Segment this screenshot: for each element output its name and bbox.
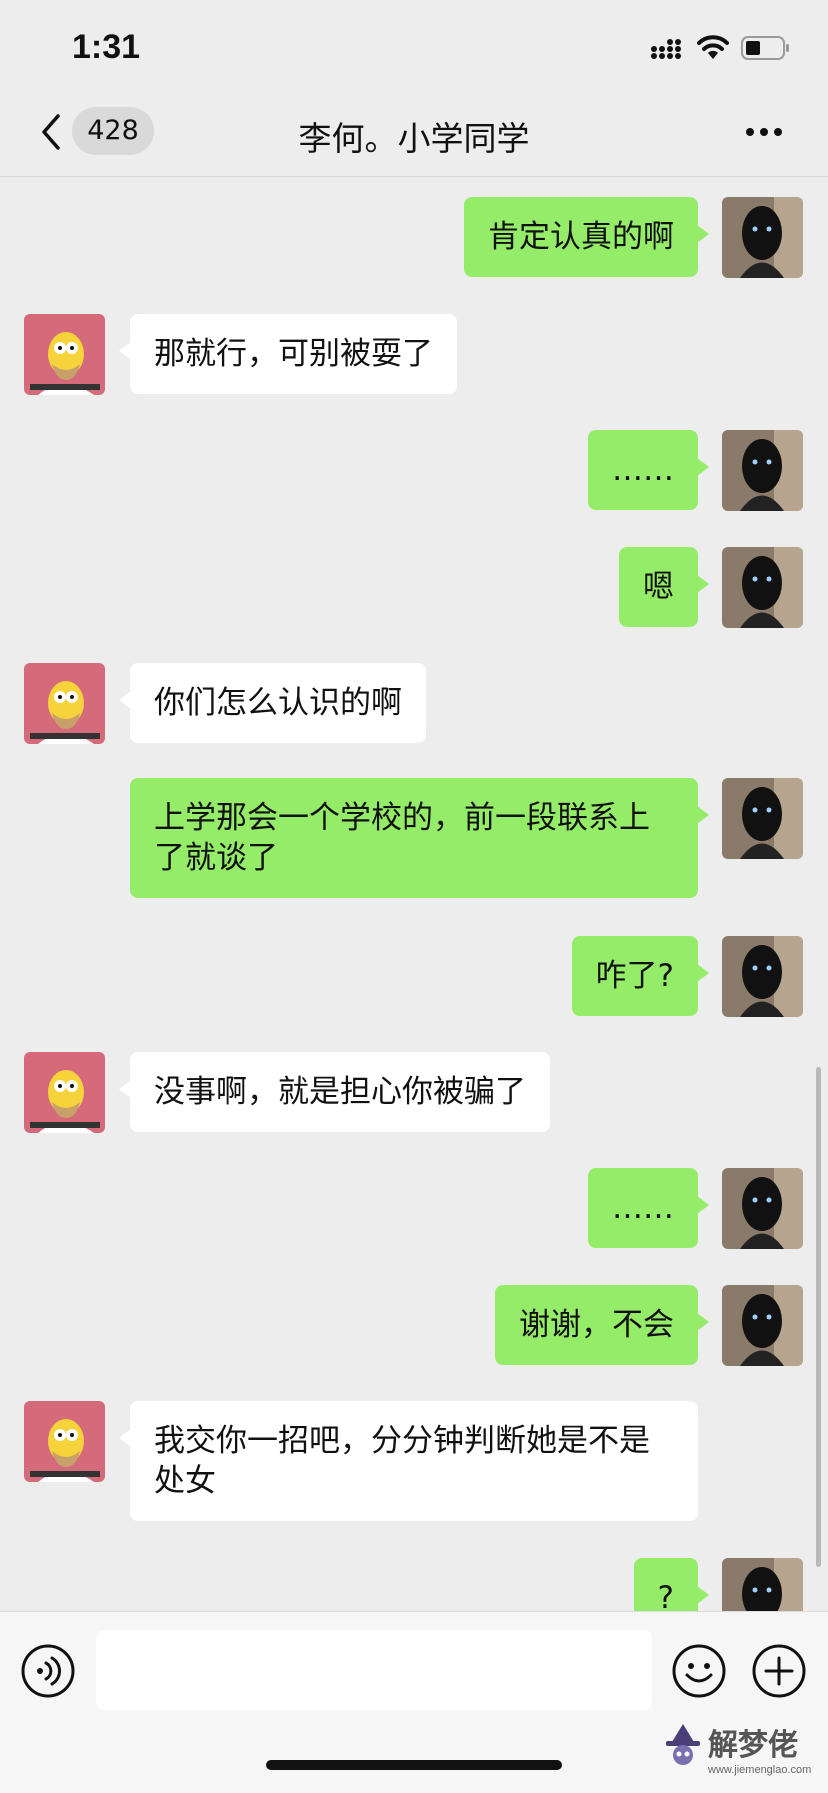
message-bubble[interactable]: …… [588,1168,709,1248]
my-avatar[interactable] [722,1168,803,1249]
contact-avatar[interactable] [24,314,105,395]
message-list[interactable]: 肯定认真的啊 那就行，可别被耍了 …… 嗯 你们怎么认识的啊 上学那会一个学校的… [0,177,828,1611]
contact-avatar[interactable] [24,663,105,744]
message-bubble[interactable]: 肯定认真的啊 [464,197,709,277]
add-icon[interactable] [751,1643,807,1699]
message-bubble[interactable]: ? [633,1558,710,1611]
contact-avatar[interactable] [24,1052,105,1133]
my-avatar[interactable] [722,197,803,278]
watermark-name: 解梦佬 [708,1728,798,1763]
message-bubble[interactable]: 你们怎么认识的啊 [119,663,426,743]
status-bar: 1:31 [0,0,828,100]
chat-header: 428 李何。小学同学 [0,100,828,177]
wifi-icon [697,35,729,59]
contact-avatar[interactable] [24,1401,105,1482]
message-bubble[interactable]: 我交你一招吧，分分钟判断她是不是处女 [119,1401,698,1521]
message-bubble[interactable]: 咋了? [571,936,710,1016]
message-bubble[interactable]: 那就行，可别被耍了 [119,314,457,394]
message-bubble[interactable]: …… [588,430,709,510]
voice-icon[interactable] [20,1643,76,1699]
more-icon[interactable] [745,126,783,138]
scrollbar[interactable] [816,1067,821,1567]
status-time: 1:31 [72,28,141,66]
message-bubble[interactable]: 嗯 [619,547,709,627]
my-avatar[interactable] [722,936,803,1017]
message-bubble[interactable]: 没事啊，就是担心你被骗了 [119,1052,550,1132]
my-avatar[interactable] [722,430,803,511]
message-bubble[interactable]: 上学那会一个学校的，前一段联系上了就谈了 [130,778,709,898]
chat-title: 李何。小学同学 [298,119,530,158]
message-bubble[interactable]: 谢谢，不会 [495,1285,709,1365]
my-avatar[interactable] [722,1558,803,1611]
battery-icon [741,36,789,60]
wizard-hat-logo-icon [666,1724,700,1765]
message-input[interactable] [96,1630,652,1710]
watermark: 解梦佬 www.jiemenglao.com [660,1718,828,1788]
my-avatar[interactable] [722,778,803,859]
signal-icon [651,39,681,59]
my-avatar[interactable] [722,1285,803,1366]
emoji-icon[interactable] [671,1643,727,1699]
watermark-url: www.jiemenglao.com [708,1764,812,1776]
my-avatar[interactable] [722,547,803,628]
home-indicator[interactable] [266,1760,562,1770]
